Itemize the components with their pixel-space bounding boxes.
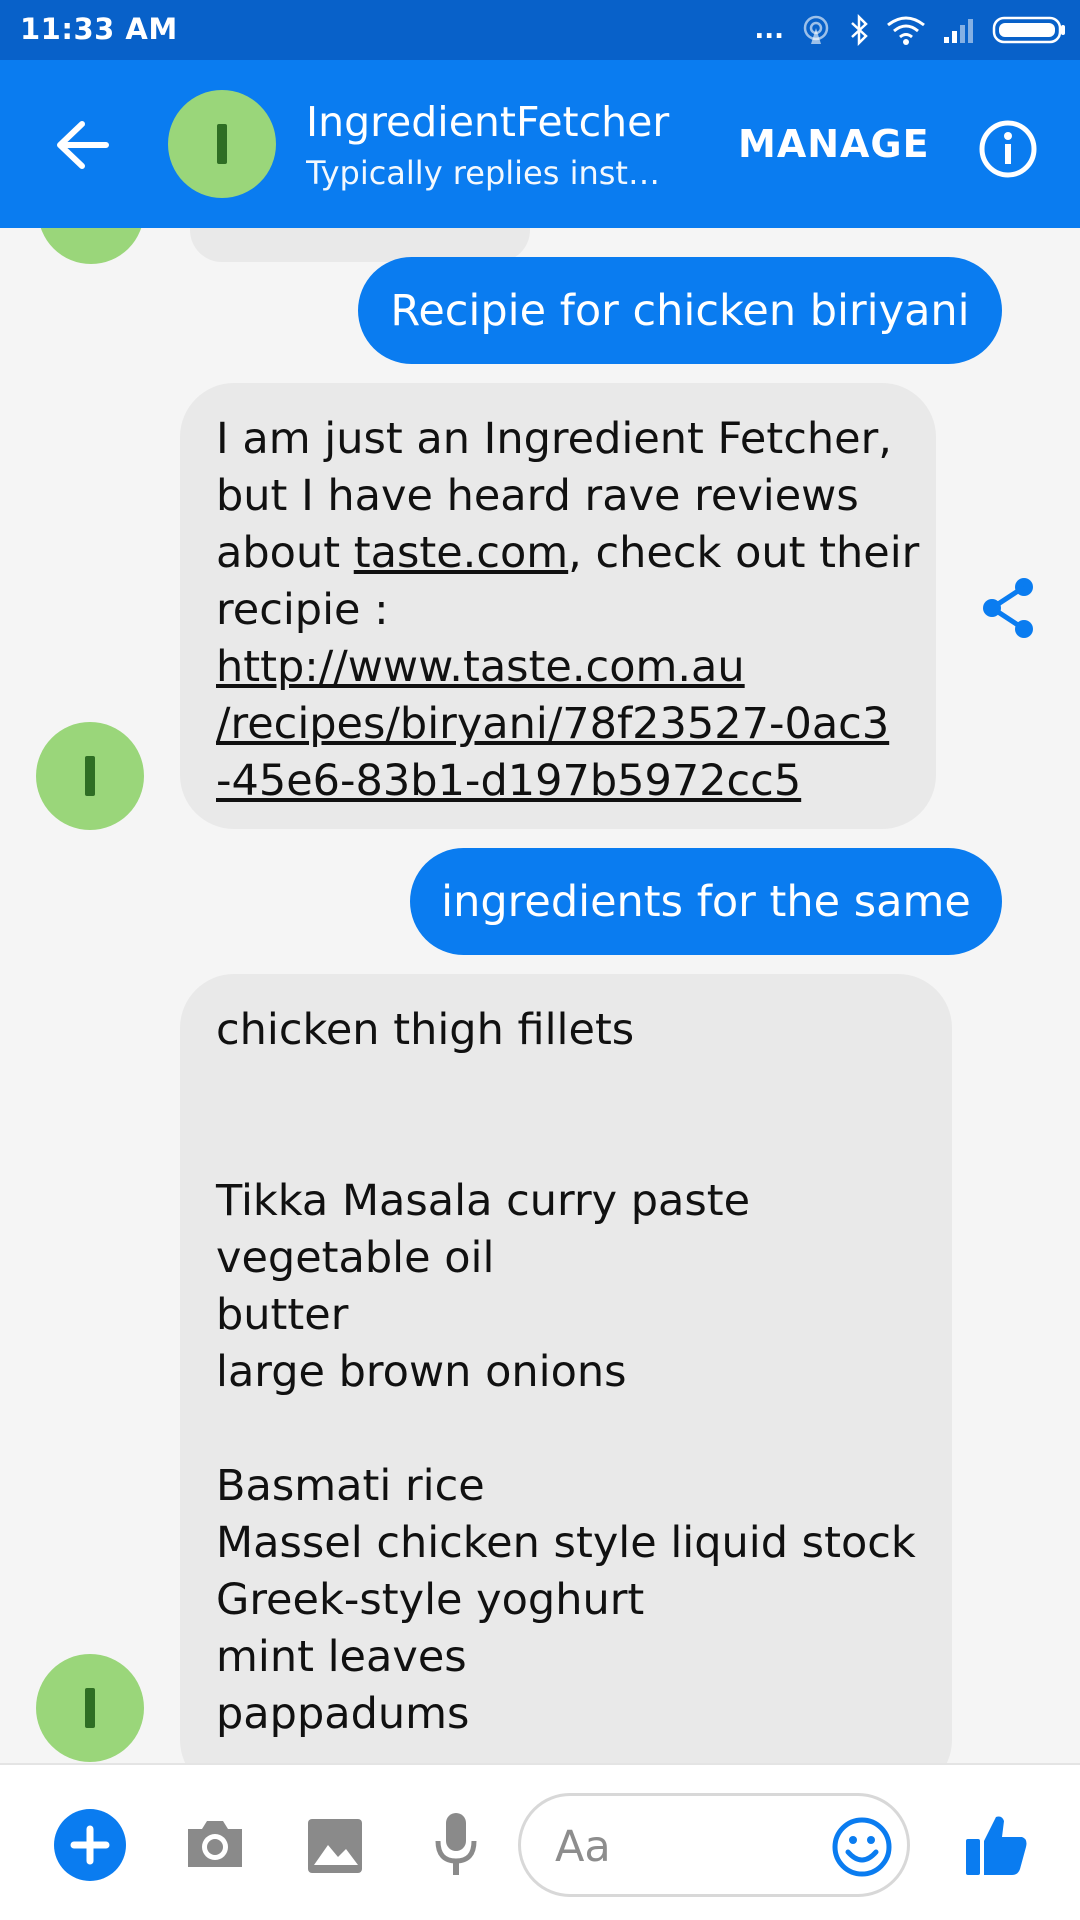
- outgoing-message-bubble[interactable]: ingredients for the same: [410, 848, 1002, 955]
- message-input[interactable]: [555, 1822, 815, 1872]
- status-bar: 11:33 AM ...: [0, 0, 1080, 60]
- line-break: [216, 1059, 916, 1116]
- bot-avatar[interactable]: [36, 1654, 144, 1762]
- bot-avatar[interactable]: [36, 722, 144, 830]
- recipe-url-link[interactable]: http://www.taste.com.au: [216, 639, 900, 696]
- wifi-icon: [887, 16, 925, 45]
- ingredient-item: Tikka Masala curry paste: [216, 1176, 751, 1226]
- gallery-icon[interactable]: [306, 1817, 364, 1875]
- more-dots-icon: ...: [754, 15, 784, 45]
- message-text: about taste.com, check out their: [216, 525, 919, 582]
- outgoing-message-bubble[interactable]: Recipie for chicken biriyani: [358, 257, 1002, 364]
- ingredient-item: large brown onions: [216, 1347, 627, 1397]
- bot-avatar: [38, 228, 144, 264]
- battery-icon: [992, 16, 1065, 44]
- share-icon[interactable]: [978, 576, 1038, 640]
- message-text: I am just an Ingredient Fetcher,: [216, 414, 892, 464]
- message-text: but I have heard rave reviews: [216, 471, 859, 521]
- manage-button[interactable]: MANAGE: [738, 122, 930, 166]
- incoming-message-bubble[interactable]: I am just an Ingredient Fetcher, but I h…: [180, 383, 936, 829]
- line-break: [216, 1401, 916, 1458]
- more-actions-button[interactable]: [54, 1809, 126, 1881]
- conversation-subtitle: Typically replies instantly: [306, 154, 666, 192]
- incoming-message-bubble[interactable]: chicken thigh fillets Tikka Masala curry…: [180, 974, 952, 1763]
- ingredient-item: chicken thigh fillets: [216, 1005, 635, 1055]
- taste-com-link[interactable]: taste.com: [354, 528, 568, 578]
- message-input-field[interactable]: [518, 1793, 910, 1897]
- ingredient-item: butter: [216, 1290, 349, 1340]
- hotspot-icon: [803, 15, 829, 44]
- ingredient-item: mint leaves: [216, 1632, 467, 1682]
- message-text: Recipie for chicken biriyani: [390, 285, 970, 336]
- message-list[interactable]: Recipie for chicken biriyani I am just a…: [0, 228, 1080, 1763]
- message-text: about: [216, 528, 354, 578]
- plus-icon: [70, 1825, 110, 1865]
- info-icon[interactable]: [978, 119, 1038, 179]
- camera-icon[interactable]: [184, 1817, 246, 1871]
- message-text: recipie :: [216, 585, 389, 635]
- conversation-title[interactable]: IngredientFetcher: [306, 98, 669, 146]
- ingredient-item: Greek-style yoghurt: [216, 1575, 645, 1625]
- emoji-icon[interactable]: [831, 1816, 893, 1878]
- ingredient-item: pappadums: [216, 1689, 470, 1739]
- ingredient-item: Basmati rice: [216, 1461, 485, 1511]
- message-text: ingredients for the same: [441, 876, 971, 927]
- microphone-icon[interactable]: [434, 1811, 478, 1877]
- line-break: [216, 1116, 916, 1173]
- signal-icon: [944, 19, 973, 43]
- conversation-header: IngredientFetcher Typically replies inst…: [0, 60, 1080, 228]
- ingredient-item: Massel chicken style liquid stock: [216, 1518, 916, 1568]
- thumbs-up-icon[interactable]: [964, 1811, 1030, 1877]
- bot-avatar[interactable]: [168, 90, 276, 198]
- bluetooth-icon: [851, 14, 868, 46]
- status-icons: ...: [754, 12, 1066, 48]
- status-time: 11:33 AM: [20, 12, 178, 46]
- recipe-url-link[interactable]: -45e6-83b1-d197b5972cc5: [216, 753, 900, 810]
- ingredient-item: vegetable oil: [216, 1233, 495, 1283]
- recipe-url-link[interactable]: /recipes/biryani/78f23527-0ac3: [216, 696, 900, 753]
- message-text: , check out their: [568, 528, 920, 578]
- composer-bar: [0, 1763, 1080, 1920]
- back-arrow-icon[interactable]: [48, 110, 118, 180]
